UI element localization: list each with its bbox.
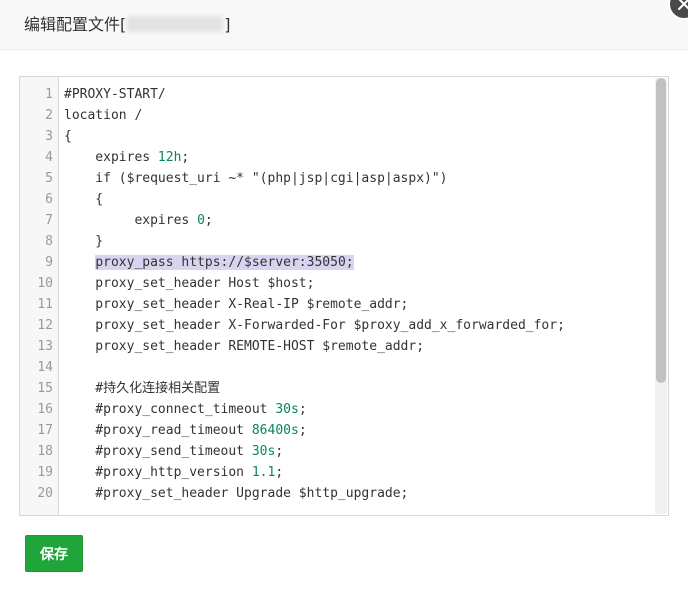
code-line: 14: [20, 357, 650, 378]
code-line: 6 {: [20, 189, 650, 210]
code-line: 2 location /: [20, 105, 650, 126]
line-code: {: [64, 129, 72, 144]
code-line: 15 #持久化连接相关配置: [20, 378, 650, 399]
line-number: 4: [45, 150, 53, 165]
line-code: #持久化连接相关配置: [64, 381, 221, 396]
code-line: 1 #PROXY-START/: [20, 84, 650, 105]
code-line: 18 #proxy_send_timeout 30s;: [20, 441, 650, 462]
line-number: 1: [45, 87, 53, 102]
line-number: 3: [45, 129, 53, 144]
line-code: expires 0;: [64, 213, 213, 228]
code-line: 11 proxy_set_header X-Real-IP $remote_ad…: [20, 294, 650, 315]
code-line: 3{: [20, 126, 650, 147]
redacted-filename: [127, 16, 224, 32]
code-lines: 1 #PROXY-START/2 location /3{4 expires 12h…: [20, 84, 650, 504]
line-code: proxy_set_header X-Forwarded-For $proxy_…: [64, 318, 565, 333]
line-code: proxy_pass https://$server:35050;: [64, 252, 354, 273]
code-editor[interactable]: 1 #PROXY-START/2 location /3{4 expires 12h…: [19, 76, 669, 516]
line-code: if ($request_uri ~* "(php|jsp|cgi|asp|as…: [64, 171, 448, 186]
save-button[interactable]: 保存: [25, 535, 83, 572]
code-line: 7 expires 0;: [20, 210, 650, 231]
editor-scrollbar[interactable]: [655, 78, 667, 514]
code-line: 20 #proxy_set_header Upgrade $http_upgra…: [20, 483, 650, 504]
line-number: 14: [37, 360, 53, 375]
dialog-header: 编辑配置文件[]: [0, 0, 688, 50]
line-code: #proxy_connect_timeout 30s;: [64, 402, 307, 417]
code-line: 8 }: [20, 231, 650, 252]
line-code: #proxy_send_timeout 30s;: [64, 444, 284, 459]
line-number: 19: [37, 465, 53, 480]
code-line: 13 proxy_set_header REMOTE-HOST $remote_…: [20, 336, 650, 357]
line-code: proxy_set_header Host $host;: [64, 276, 315, 291]
line-code: #PROXY-START/: [64, 87, 166, 102]
code-line: 12 proxy_set_header X-Forwarded-For $pro…: [20, 315, 650, 336]
line-code: location /: [64, 108, 143, 123]
line-number: 11: [37, 297, 53, 312]
code-line: 9 proxy_pass https://$server:35050;: [20, 252, 650, 273]
line-number: 15: [37, 381, 53, 396]
dialog-title-prefix: 编辑配置文件[: [24, 15, 127, 34]
line-number: 6: [45, 192, 53, 207]
code-line: 4 expires 12h;: [20, 147, 650, 168]
dialog-title: 编辑配置文件[]: [24, 15, 231, 35]
line-code: {: [64, 192, 104, 207]
line-number: 12: [37, 318, 53, 333]
line-number: 17: [37, 423, 53, 438]
line-number: 7: [45, 213, 53, 228]
code-line: 10 proxy_set_header Host $host;: [20, 273, 650, 294]
line-number: 8: [45, 234, 53, 249]
line-code: #proxy_http_version 1.1;: [64, 465, 284, 480]
line-code: proxy_set_header REMOTE-HOST $remote_add…: [64, 339, 425, 354]
line-number: 10: [37, 276, 53, 291]
line-code: expires 12h;: [64, 150, 190, 165]
line-code: #proxy_read_timeout 86400s;: [64, 423, 307, 438]
line-code: #proxy_set_header Upgrade $http_upgrade;: [64, 486, 409, 501]
line-number: 18: [37, 444, 53, 459]
line-code: }: [64, 234, 104, 249]
line-number: 13: [37, 339, 53, 354]
line-code: proxy_set_header X-Real-IP $remote_addr;: [64, 297, 409, 312]
editor-scrollbar-thumb[interactable]: [656, 78, 666, 383]
selected-text: proxy_pass https://$server:35050;: [95, 255, 354, 270]
code-line: 17 #proxy_read_timeout 86400s;: [20, 420, 650, 441]
line-number: 5: [45, 171, 53, 186]
line-number: 9: [45, 255, 53, 270]
code-line: 5 if ($request_uri ~* "(php|jsp|cgi|asp|…: [20, 168, 650, 189]
dialog-title-suffix: ]: [224, 15, 231, 34]
line-number: 16: [37, 402, 53, 417]
code-line: 19 #proxy_http_version 1.1;: [20, 462, 650, 483]
close-icon: [678, 0, 688, 10]
line-number: 2: [45, 108, 53, 123]
code-line: 16 #proxy_connect_timeout 30s;: [20, 399, 650, 420]
line-number: 20: [37, 486, 53, 501]
